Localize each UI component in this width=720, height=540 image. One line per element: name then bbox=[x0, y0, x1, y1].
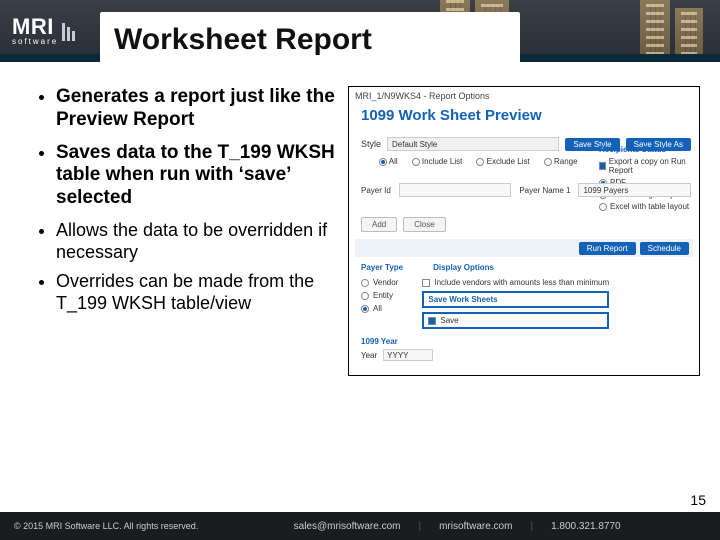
radio-excel-table[interactable] bbox=[599, 203, 607, 211]
recipients-header: Recipients Status bbox=[599, 145, 691, 154]
sub-bullet-item: Overrides can be made from the T_199 WKS… bbox=[56, 271, 336, 314]
slide-footer: © 2015 MRI Software LLC. All rights rese… bbox=[0, 512, 720, 540]
payer-id-label: Payer Id bbox=[361, 186, 391, 195]
footer-phone: 1.800.321.8770 bbox=[551, 521, 621, 532]
sub-bullet-item: Allows the data to be overridden if nece… bbox=[56, 220, 336, 263]
radio-vendor[interactable] bbox=[361, 279, 369, 287]
payer-row: Payer Id Payer Name 1 1099 Payers bbox=[361, 183, 691, 197]
close-button[interactable]: Close bbox=[403, 217, 445, 232]
separator-icon: | bbox=[530, 521, 533, 532]
radio-all[interactable] bbox=[379, 158, 387, 166]
logo-text: MRI bbox=[12, 18, 58, 36]
bullet-item: Saves data to the T_199 WKSH table when … bbox=[56, 142, 336, 210]
copyright: © 2015 MRI Software LLC. All rights rese… bbox=[14, 521, 198, 531]
panel-heading: 1099 Work Sheet Preview bbox=[361, 107, 542, 124]
page-number: 15 bbox=[690, 492, 706, 508]
slide-body: Generates a report just like the Preview… bbox=[0, 86, 720, 506]
filter-radio-row: All Include List Exclude List Range bbox=[379, 157, 599, 166]
slide: MRI software Worksheet Report Generates … bbox=[0, 0, 720, 540]
payer-type-header: Payer Type bbox=[361, 263, 403, 272]
recipients-status: Recipients Status Export a copy on Run R… bbox=[599, 145, 691, 214]
run-report-button[interactable]: Run Report bbox=[579, 242, 636, 255]
logo-bars-icon bbox=[62, 23, 75, 41]
include-min-label: Include vendors with amounts less than m… bbox=[434, 278, 609, 287]
footer-site: mrisoftware.com bbox=[439, 521, 512, 532]
lower-options: Payer Type Display Options Vendor Entity… bbox=[361, 263, 691, 333]
radio-all-label: All bbox=[389, 157, 398, 166]
radio-exclude-label: Exclude List bbox=[487, 157, 530, 166]
export-checkbox[interactable] bbox=[599, 162, 606, 170]
export-label: Export a copy on Run Report bbox=[609, 157, 691, 175]
footer-email: sales@mrisoftware.com bbox=[294, 521, 401, 532]
add-button[interactable]: Add bbox=[361, 217, 397, 232]
separator-icon: | bbox=[418, 521, 421, 532]
include-min-checkbox[interactable] bbox=[422, 279, 430, 287]
building-graphic bbox=[640, 0, 670, 58]
vendor-label: Vendor bbox=[373, 278, 398, 287]
slide-title: Worksheet Report bbox=[114, 23, 372, 57]
schedule-button[interactable]: Schedule bbox=[640, 242, 689, 255]
save-worksheets-highlight: Save Work Sheets bbox=[422, 291, 609, 308]
logo-tagline: software bbox=[12, 37, 58, 46]
payer-name-input[interactable]: 1099 Payers bbox=[578, 183, 691, 197]
radio-include-label: Include List bbox=[422, 157, 462, 166]
year-row: Year YYYY bbox=[361, 349, 433, 361]
action-bar: Run Report Schedule bbox=[355, 239, 693, 257]
style-label: Style bbox=[361, 139, 381, 149]
radio-entity[interactable] bbox=[361, 292, 369, 300]
bullet-item: Generates a report just like the Preview… bbox=[56, 86, 336, 132]
all-payer-label: All bbox=[373, 304, 382, 313]
bullet-list: Generates a report just like the Preview… bbox=[36, 86, 336, 506]
radio-all-payer[interactable] bbox=[361, 305, 369, 313]
style-select[interactable]: Default Style bbox=[387, 137, 559, 151]
list-buttons: Add Close bbox=[361, 217, 446, 232]
save-label: Save bbox=[440, 316, 458, 325]
payer-id-input[interactable] bbox=[399, 183, 512, 197]
save-checkbox[interactable] bbox=[428, 317, 436, 325]
radio-range-label: Range bbox=[554, 157, 578, 166]
radio-exclude[interactable] bbox=[476, 158, 484, 166]
year-input[interactable]: YYYY bbox=[383, 349, 433, 361]
radio-range[interactable] bbox=[544, 158, 552, 166]
year-label: Year bbox=[361, 351, 377, 360]
slide-header: MRI software Worksheet Report bbox=[0, 0, 720, 70]
building-graphic bbox=[675, 8, 703, 58]
radio-include[interactable] bbox=[412, 158, 420, 166]
window-titlebar: MRI_1/N9WKS4 - Report Options bbox=[355, 91, 490, 101]
brand-logo: MRI software bbox=[12, 18, 75, 46]
excel-table-label: Excel with table layout bbox=[610, 202, 689, 211]
payer-name-label: Payer Name 1 bbox=[519, 186, 570, 195]
display-options-header: Display Options bbox=[433, 263, 494, 272]
save-checkbox-highlight: Save bbox=[422, 312, 609, 329]
title-card: Worksheet Report bbox=[100, 12, 520, 68]
screenshot-panel: MRI_1/N9WKS4 - Report Options 1099 Work … bbox=[348, 86, 700, 376]
year-header: 1099 Year bbox=[361, 337, 398, 346]
save-ws-header: Save Work Sheets bbox=[428, 295, 497, 304]
entity-label: Entity bbox=[373, 291, 393, 300]
